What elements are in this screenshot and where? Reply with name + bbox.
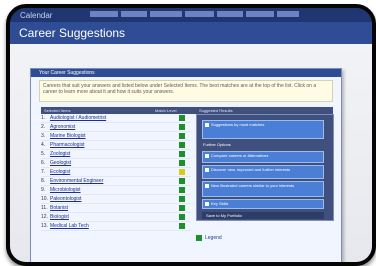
career-number: 8. bbox=[41, 178, 46, 184]
career-link[interactable]: Paleontologist bbox=[50, 196, 81, 202]
career-number: 7. bbox=[41, 169, 46, 175]
save-to-portfolio-button[interactable]: Save to My Portfolio bbox=[202, 212, 324, 219]
suggested-results-header: Suggested Results bbox=[199, 108, 233, 113]
match-status-icon bbox=[179, 151, 185, 157]
suggested-results-box[interactable]: Suggestions by most matches bbox=[202, 120, 324, 139]
top-tab[interactable] bbox=[217, 11, 243, 17]
option-key-skills[interactable]: Key Skills bbox=[202, 199, 324, 209]
checkbox-icon[interactable] bbox=[205, 183, 209, 188]
career-row[interactable]: 6. Geologist bbox=[41, 159, 191, 168]
career-link[interactable]: Agronomist bbox=[50, 124, 75, 130]
career-number: 10. bbox=[41, 196, 48, 202]
career-row[interactable]: 1. Audiologist / Audiometrist bbox=[41, 114, 191, 123]
career-number: 11. bbox=[41, 205, 48, 211]
match-status-icon bbox=[179, 115, 185, 121]
top-tab[interactable] bbox=[121, 11, 147, 17]
panel-title: Your Career Suggestions bbox=[31, 69, 341, 77]
career-link[interactable]: Zoologist bbox=[50, 151, 70, 157]
career-row[interactable]: 12. Biologist bbox=[41, 213, 191, 222]
career-row[interactable]: 8. Environmental Engineer bbox=[41, 177, 191, 186]
option-label: New Illustrated careers similar to your … bbox=[211, 183, 295, 188]
match-status-icon bbox=[179, 142, 185, 148]
top-user-label[interactable]: Calendar bbox=[20, 11, 52, 20]
match-status-icon bbox=[179, 205, 185, 211]
career-number: 12. bbox=[41, 214, 48, 220]
career-number: 3. bbox=[41, 133, 46, 139]
top-bar: Calendar bbox=[10, 8, 372, 22]
career-number: 6. bbox=[41, 160, 46, 166]
career-row[interactable]: 3. Marine Biologist bbox=[41, 132, 191, 141]
career-number: 9. bbox=[41, 187, 46, 193]
table-header: Selected Items Match Level Suggested Res… bbox=[41, 107, 333, 114]
checkbox-icon[interactable] bbox=[205, 201, 209, 206]
checkbox-icon[interactable] bbox=[205, 122, 209, 127]
career-row[interactable]: 13. Medical Lab Tech bbox=[41, 222, 191, 231]
career-link[interactable]: Environmental Engineer bbox=[50, 178, 103, 184]
match-status-icon bbox=[179, 169, 185, 175]
career-suggestions-panel: Your Career Suggestions Careers that sui… bbox=[30, 68, 342, 262]
option-discover[interactable]: Discover new, improved and further inter… bbox=[202, 165, 324, 179]
match-status-icon bbox=[179, 187, 185, 193]
checkbox-icon[interactable] bbox=[205, 153, 209, 158]
career-number: 4. bbox=[41, 142, 46, 148]
career-link[interactable]: Ecologist bbox=[50, 169, 70, 175]
career-number: 1. bbox=[41, 115, 46, 121]
top-option-label: Suggestions by most matches bbox=[211, 122, 265, 127]
selected-items-header: Selected Items bbox=[44, 108, 71, 113]
career-row[interactable]: 10. Paleontologist bbox=[41, 195, 191, 204]
top-tab[interactable] bbox=[246, 11, 274, 17]
top-tab[interactable] bbox=[90, 11, 118, 17]
top-tab[interactable] bbox=[185, 11, 214, 17]
career-link[interactable]: Pharmacologist bbox=[50, 142, 84, 148]
option-label: Key Skills bbox=[211, 201, 229, 206]
career-number: 2. bbox=[41, 124, 46, 130]
top-tabs bbox=[90, 11, 299, 17]
match-status-icon bbox=[179, 133, 185, 139]
legend-link[interactable]: Legend bbox=[205, 235, 222, 241]
career-link[interactable]: Medical Lab Tech bbox=[50, 223, 89, 229]
option-compare[interactable]: Compare careers or Alternatives bbox=[202, 151, 324, 163]
browser-frame: Calendar Career Suggestions Your Career … bbox=[6, 4, 376, 266]
legend-icon bbox=[196, 235, 202, 241]
career-number: 5. bbox=[41, 151, 46, 157]
page-title: Career Suggestions bbox=[19, 26, 126, 40]
career-row[interactable]: 5. Zoologist bbox=[41, 150, 191, 159]
match-status-icon bbox=[179, 160, 185, 166]
top-tab[interactable] bbox=[150, 11, 182, 17]
legend: Legend bbox=[196, 235, 222, 241]
suggestion-options-panel: Suggestions by most matches Further Opti… bbox=[196, 114, 334, 221]
match-status-icon bbox=[179, 124, 185, 130]
career-link[interactable]: Audiologist / Audiometrist bbox=[50, 115, 106, 121]
option-label: Discover new, improved and further inter… bbox=[211, 167, 291, 172]
career-row[interactable]: 7. Ecologist bbox=[41, 168, 191, 177]
instructions-box: Careers that suit your answers and liste… bbox=[39, 80, 333, 102]
career-link[interactable]: Marine Biologist bbox=[50, 133, 86, 139]
career-link[interactable]: Geologist bbox=[50, 160, 71, 166]
match-status-icon bbox=[179, 178, 185, 184]
career-list: 1. Audiologist / Audiometrist 2. Agronomis… bbox=[41, 114, 191, 231]
match-status-icon bbox=[179, 223, 185, 229]
further-options-label: Further Options bbox=[203, 142, 231, 147]
career-row[interactable]: 2. Agronomist bbox=[41, 123, 191, 132]
option-label: Compare careers or Alternatives bbox=[211, 153, 269, 158]
option-illustrated[interactable]: New Illustrated careers similar to your … bbox=[202, 181, 324, 197]
career-link[interactable]: Biologist bbox=[50, 214, 69, 220]
career-row[interactable]: 4. Pharmacologist bbox=[41, 141, 191, 150]
top-tab[interactable] bbox=[277, 11, 299, 17]
career-link[interactable]: Botanist bbox=[50, 205, 68, 211]
match-level-header: Match Level bbox=[155, 108, 177, 113]
career-row[interactable]: 9. Microbiologist bbox=[41, 186, 191, 195]
career-number: 13. bbox=[41, 223, 48, 229]
career-row[interactable]: 11. Botanist bbox=[41, 204, 191, 213]
checkbox-icon[interactable] bbox=[205, 167, 209, 172]
career-link[interactable]: Microbiologist bbox=[50, 187, 81, 193]
match-status-icon bbox=[179, 196, 185, 202]
match-status-icon bbox=[179, 214, 185, 220]
